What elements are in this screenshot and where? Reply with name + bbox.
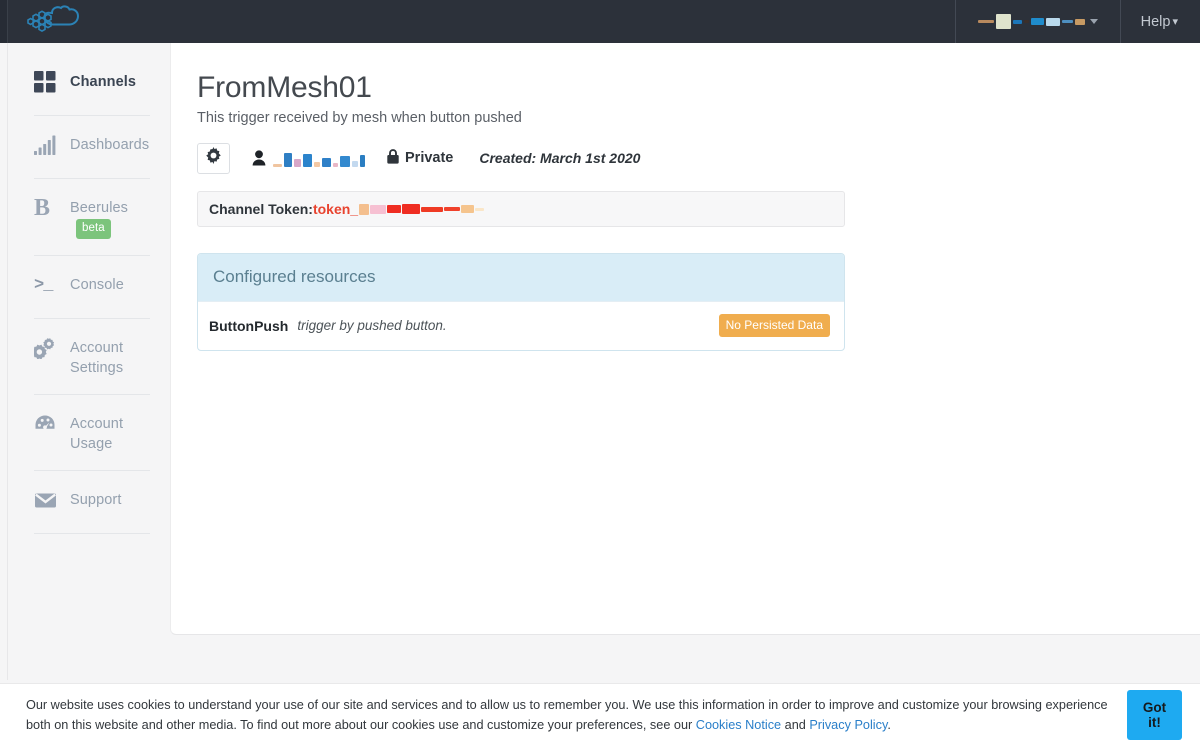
resource-name: ButtonPush <box>209 317 289 334</box>
brand-logo[interactable] <box>8 0 168 43</box>
channel-token-label: Channel Token: <box>209 201 313 217</box>
gear-icon <box>205 147 222 169</box>
page-title: FromMesh01 <box>197 71 372 104</box>
created-date: Created: March 1st 2020 <box>479 150 641 166</box>
person-icon <box>252 150 266 166</box>
main-content-panel: FromMesh01 This trigger received by mesh… <box>170 43 1200 635</box>
sidebar-item-label: Dashboards <box>70 137 150 153</box>
cookie-text-and: and <box>781 717 810 732</box>
sidebar-item-label: Console <box>70 277 124 294</box>
settings-button[interactable] <box>197 142 230 174</box>
help-label: Help <box>1140 13 1171 30</box>
sidebar-item-text: Beerules <box>70 200 129 216</box>
page-body: Channels Dashboards B Beerules beta >_ Co… <box>0 43 1200 680</box>
owner-name-redacted <box>273 150 365 167</box>
channel-owner <box>252 150 365 167</box>
envelope-icon <box>34 487 64 513</box>
sidebar-item-support[interactable]: Support <box>34 471 150 535</box>
beta-badge: beta <box>76 218 111 240</box>
channel-token-prefix: token_ <box>312 201 359 217</box>
cookie-consent-banner: Our website uses cookies to understand y… <box>0 683 1200 745</box>
resource-description: trigger by pushed button. <box>297 318 447 333</box>
top-navbar: Help ▾ <box>0 0 1200 43</box>
sidebar-item-account-settings[interactable]: Account Settings <box>34 319 150 396</box>
cookie-text: Our website uses cookies to understand y… <box>26 695 1111 735</box>
help-menu[interactable]: Help ▾ <box>1121 0 1200 43</box>
panel-header: Configured resources <box>198 254 844 301</box>
privacy-policy-link[interactable]: Privacy Policy <box>809 718 887 732</box>
channel-meta-row: Private Created: March 1st 2020 <box>197 142 1174 174</box>
sidebar-item-label: Account Usage <box>70 416 124 452</box>
gears-icon <box>34 335 64 361</box>
sidebar-item-label: Beerules beta <box>64 195 150 240</box>
navbar-left-edge <box>0 0 8 43</box>
sidebar-item-label: Account Settings <box>70 340 124 376</box>
sidebar-item-account-usage[interactable]: Account Usage <box>34 395 150 472</box>
sidebar-item-dashboards[interactable]: Dashboards <box>34 116 150 179</box>
privacy-status: Private <box>387 148 454 168</box>
sidebar-item-label: Support <box>70 492 122 509</box>
status-badge: No Persisted Data <box>718 314 830 337</box>
privacy-label: Private <box>405 150 454 166</box>
sidebar-item-beerules[interactable]: B Beerules beta <box>34 179 150 257</box>
navbar-spacer <box>168 0 955 43</box>
username-redacted <box>977 13 1085 31</box>
chevron-down-icon <box>1089 19 1098 24</box>
page-subtitle: This trigger received by mesh when butto… <box>197 110 522 126</box>
channel-token-value-redacted <box>359 203 485 216</box>
resource-row[interactable]: ButtonPush trigger by pushed button. No … <box>198 301 844 350</box>
sidebar-item-channels[interactable]: Channels <box>34 53 185 116</box>
lock-icon <box>387 148 399 168</box>
help-caret-icon: ▾ <box>1172 16 1178 28</box>
cloud-molecule-logo <box>27 4 80 32</box>
sidebar-item-console[interactable]: >_ Console <box>34 256 150 320</box>
bar-chart-icon <box>34 132 64 158</box>
accept-cookies-button[interactable]: Got it! <box>1127 689 1182 740</box>
sidebar: Channels Dashboards B Beerules beta >_ Co… <box>9 43 185 680</box>
left-rail <box>0 43 8 680</box>
content-inner: FromMesh01 This trigger received by mesh… <box>171 43 1200 351</box>
letter-b-icon: B <box>34 195 51 221</box>
user-menu[interactable] <box>954 0 1121 43</box>
configured-resources-panel: Configured resources ButtonPush trigger … <box>197 253 845 351</box>
grid-icon <box>34 69 64 95</box>
terminal-icon: >_ <box>34 275 53 295</box>
sidebar-item-label: Channels <box>70 74 137 90</box>
cookies-notice-link[interactable]: Cookies Notice <box>696 718 781 732</box>
cookie-text-body: Our website uses cookies to understand y… <box>26 697 1108 732</box>
channel-token-box[interactable]: Channel Token: token_ <box>197 191 845 227</box>
gauge-icon <box>34 411 64 437</box>
cookie-text-end: . <box>887 717 891 732</box>
